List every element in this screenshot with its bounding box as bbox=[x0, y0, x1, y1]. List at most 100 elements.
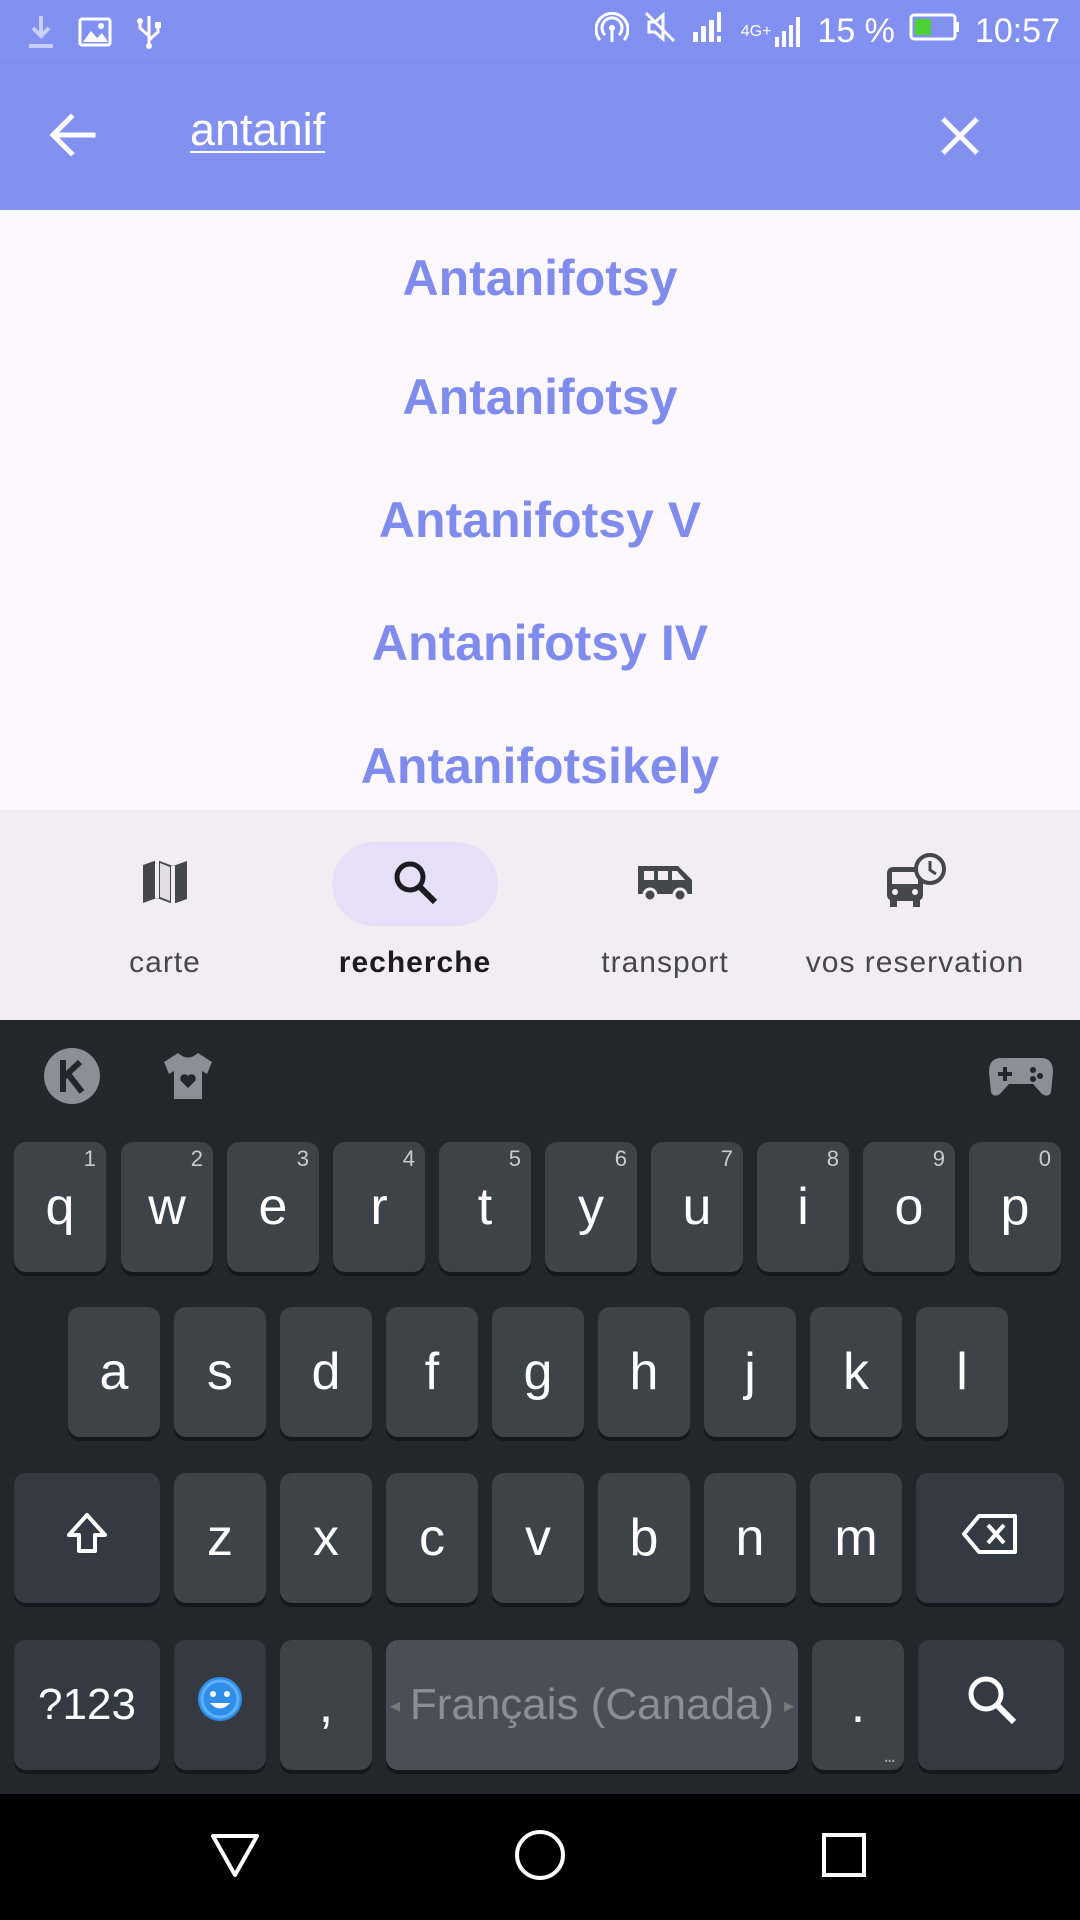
space-language-label: Français (Canada) bbox=[409, 1680, 775, 1729]
emoji-key[interactable] bbox=[174, 1640, 266, 1770]
key-label: e bbox=[258, 1178, 288, 1236]
key-z[interactable]: z bbox=[174, 1473, 266, 1603]
space-key[interactable]: ◂ Français (Canada) ▸ bbox=[386, 1640, 798, 1770]
symbols-key[interactable]: ?123 bbox=[14, 1640, 160, 1770]
key-hint: 1 bbox=[83, 1146, 96, 1171]
nav-label: transport bbox=[601, 946, 729, 979]
backspace-key[interactable] bbox=[916, 1473, 1064, 1603]
key-label: r bbox=[370, 1178, 388, 1236]
key-v[interactable]: v bbox=[492, 1473, 584, 1603]
theme-shirt-icon[interactable] bbox=[156, 1044, 220, 1108]
shift-icon bbox=[65, 1508, 109, 1568]
nav-item-carte[interactable]: carte bbox=[45, 810, 285, 1020]
key-s[interactable]: s bbox=[174, 1307, 266, 1437]
status-bar-left bbox=[26, 14, 164, 55]
key-p[interactable]: p0 bbox=[969, 1142, 1061, 1272]
search-result-item[interactable]: Antanifotsy V bbox=[0, 458, 1080, 581]
comma-key[interactable]: , bbox=[280, 1640, 372, 1770]
key-label: i bbox=[797, 1178, 809, 1236]
nav-item-recherche[interactable]: recherche bbox=[295, 810, 535, 1020]
nav-recents-button[interactable] bbox=[811, 1824, 877, 1890]
key-o[interactable]: o9 bbox=[863, 1142, 955, 1272]
battery-percent: 15 % bbox=[817, 12, 895, 50]
key-label: y bbox=[578, 1178, 604, 1236]
key-n[interactable]: n bbox=[704, 1473, 796, 1603]
circle-home-icon bbox=[513, 1828, 567, 1887]
key-hint: 7 bbox=[720, 1146, 733, 1171]
key-f[interactable]: f bbox=[386, 1307, 478, 1437]
nav-pill-active bbox=[332, 842, 498, 926]
key-hint: 5 bbox=[508, 1146, 521, 1171]
search-result-item[interactable]: Antanifotsy bbox=[0, 335, 1080, 458]
search-result-item[interactable]: Antanifotsikely bbox=[0, 704, 1080, 810]
signal-icon bbox=[691, 10, 727, 53]
search-result-item[interactable]: Antanifotsy IV bbox=[0, 581, 1080, 704]
key-x[interactable]: x bbox=[280, 1473, 372, 1603]
key-g[interactable]: g bbox=[492, 1307, 584, 1437]
search-result-item[interactable]: Antanifotsy bbox=[0, 210, 1080, 335]
download-icon bbox=[26, 14, 56, 55]
status-bar-right: 4G+ 15 % 10:57 bbox=[594, 10, 1060, 53]
arrow-left-icon bbox=[49, 112, 97, 162]
key-label: p bbox=[1000, 1178, 1030, 1236]
key-e[interactable]: e3 bbox=[227, 1142, 319, 1272]
key-label: o bbox=[894, 1178, 924, 1236]
key-y[interactable]: y6 bbox=[545, 1142, 637, 1272]
key-i[interactable]: i8 bbox=[757, 1142, 849, 1272]
status-bar: 4G+ 15 % 10:57 bbox=[0, 0, 1080, 64]
back-button[interactable] bbox=[40, 104, 106, 170]
key-q[interactable]: q1 bbox=[14, 1142, 106, 1272]
soft-keyboard: q1 w2 e3 r4 t5 y6 u7 i8 o9 p0 a s d f g … bbox=[0, 1020, 1080, 1794]
period-key[interactable]: . ... bbox=[812, 1640, 904, 1770]
network-label: 4G+ bbox=[740, 22, 772, 40]
key-hint: 9 bbox=[932, 1146, 945, 1171]
signal-4g-icon: 4G+ bbox=[741, 15, 804, 49]
van-icon bbox=[634, 860, 696, 909]
key-hint: 6 bbox=[614, 1146, 627, 1171]
key-u[interactable]: u7 bbox=[651, 1142, 743, 1272]
bottom-navigation: carte recherche transport vos reservatio… bbox=[0, 810, 1080, 1020]
system-navigation-bar bbox=[0, 1794, 1080, 1920]
triangle-back-icon bbox=[209, 1831, 261, 1884]
square-recents-icon bbox=[820, 1831, 868, 1884]
key-hint: 2 bbox=[190, 1146, 203, 1171]
key-hint: 4 bbox=[402, 1146, 415, 1171]
key-a[interactable]: a bbox=[68, 1307, 160, 1437]
key-h[interactable]: h bbox=[598, 1307, 690, 1437]
key-c[interactable]: c bbox=[386, 1473, 478, 1603]
shift-key[interactable] bbox=[14, 1473, 160, 1603]
search-icon bbox=[964, 1672, 1018, 1739]
nav-item-transport[interactable]: transport bbox=[545, 810, 785, 1020]
hotspot-icon bbox=[594, 10, 630, 53]
search-input[interactable]: antanif bbox=[190, 104, 325, 156]
bus-clock-icon bbox=[884, 852, 946, 916]
nav-label: carte bbox=[129, 946, 201, 979]
key-r[interactable]: r4 bbox=[333, 1142, 425, 1272]
search-action-key[interactable] bbox=[918, 1640, 1064, 1770]
nav-back-button[interactable] bbox=[202, 1824, 268, 1890]
usb-icon bbox=[134, 14, 164, 55]
nav-home-button[interactable] bbox=[507, 1824, 573, 1890]
gamepad-icon[interactable] bbox=[986, 1044, 1056, 1108]
key-hint: 8 bbox=[826, 1146, 839, 1171]
key-l[interactable]: l bbox=[916, 1307, 1008, 1437]
clear-search-button[interactable] bbox=[930, 108, 990, 168]
close-icon bbox=[940, 116, 980, 161]
key-k[interactable]: k bbox=[810, 1307, 902, 1437]
key-w[interactable]: w2 bbox=[121, 1142, 213, 1272]
key-m[interactable]: m bbox=[810, 1473, 902, 1603]
nav-item-vos-reservation[interactable]: vos reservation bbox=[795, 810, 1035, 1020]
search-results-list: Antanifotsy Antanifotsy Antanifotsy V An… bbox=[0, 210, 1080, 810]
nav-pill bbox=[832, 842, 998, 926]
key-b[interactable]: b bbox=[598, 1473, 690, 1603]
key-j[interactable]: j bbox=[704, 1307, 796, 1437]
nav-pill bbox=[582, 842, 748, 926]
kika-logo-icon[interactable] bbox=[40, 1044, 104, 1108]
key-hint: 3 bbox=[296, 1146, 309, 1171]
backspace-icon bbox=[961, 1508, 1019, 1568]
key-label: u bbox=[682, 1178, 712, 1236]
chevron-right-icon: ▸ bbox=[783, 1694, 794, 1717]
key-t[interactable]: t5 bbox=[439, 1142, 531, 1272]
key-label: w bbox=[148, 1178, 186, 1236]
key-d[interactable]: d bbox=[280, 1307, 372, 1437]
